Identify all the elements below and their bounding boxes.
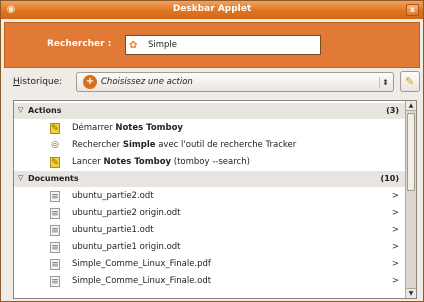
result-row[interactable]: ≡ ubuntu_partie1 origin.odt > [14,239,405,255]
result-row[interactable]: ≡ Simple_Comme_Linux_Finale.pdf > [14,256,405,272]
history-selected: Choisissez une action [101,77,193,87]
document-icon: ≡ [50,276,60,287]
combo-arrows-icon[interactable]: ⬍ [379,77,389,88]
result-text-prefix: Lancer [72,157,104,167]
result-row[interactable]: ≡ ubuntu_partie2.odt > [14,188,405,204]
result-text-keyword: Simple [122,140,156,150]
result-text: Simple_Comme_Linux_Finale.pdf [72,259,211,269]
result-row[interactable]: ≡ ubuntu_partie2 origin.odt > [14,205,405,221]
history-label-text: istorique: [19,77,63,87]
expander-icon[interactable]: ▽ [18,106,23,114]
result-text-keyword: Notes Tomboy [115,123,183,133]
results-scrollbar[interactable]: ▲ ▼ [405,101,416,298]
result-text: ubuntu_partie1 origin.odt [72,242,181,252]
scroll-up-icon[interactable]: ▲ [406,101,416,111]
search-field[interactable]: ✿ [125,35,321,55]
deskbar-window: ◉ Deskbar Applet x Rechercher : ✿ Histor… [0,0,424,302]
history-label-mnemonic: H [13,77,20,87]
close-button[interactable]: x [406,4,419,16]
more-actions-arrow[interactable]: > [392,242,399,252]
section-name: Documents [28,174,79,183]
result-text-prefix: ubuntu_partie2 origin.odt [72,208,181,218]
search-label: Rechercher : [47,39,112,49]
result-text-prefix: ubuntu_partie2.odt [72,191,154,201]
more-actions-arrow[interactable]: > [392,225,399,235]
result-row[interactable]: ◎ Rechercher Simple avec l'outil de reche… [14,137,405,153]
document-icon: ≡ [50,191,60,202]
document-icon: ≡ [50,259,60,270]
more-actions-arrow[interactable]: > [392,191,399,201]
section-header-documents[interactable]: ▽ Documents (10) [14,171,405,187]
clear-history-button[interactable]: ✎ [400,71,420,92]
scroll-down-icon[interactable]: ▼ [406,288,416,298]
result-row[interactable]: ≡ Simple_Comme_Linux_Finale.odt > [14,273,405,289]
document-icon: ≡ [50,208,60,219]
result-row[interactable]: ✎ Démarrer Notes Tomboy [14,120,405,136]
search-input[interactable] [148,38,318,52]
section-name: Actions [28,106,62,115]
history-icon: + [83,75,97,89]
result-text: Démarrer Notes Tomboy [72,123,183,133]
history-combobox[interactable]: + Choisissez une action ⬍ [76,72,394,92]
results-content: ▽ Actions (3) ✎ Démarrer Notes Tomboy ◎ Recher… [14,101,405,298]
scrollbar-thumb[interactable] [407,113,415,191]
section-count: (10) [380,174,399,183]
brush-icon: ✎ [405,75,415,88]
search-panel: Rechercher : ✿ [4,22,420,68]
search-entry-icon: ✿ [129,40,138,51]
results-list: ▽ Actions (3) ✎ Démarrer Notes Tomboy ◎ Recher… [13,100,417,299]
result-text: Rechercher Simple avec l'outil de recher… [72,140,296,150]
more-actions-arrow[interactable]: > [392,276,399,286]
window-title: Deskbar Applet [172,4,252,14]
result-row[interactable]: ≡ ubuntu_partie1.odt > [14,222,405,238]
tomboy-note-icon: ✎ [50,123,60,134]
result-text: ubuntu_partie2.odt [72,191,154,201]
document-icon: ≡ [50,225,60,236]
result-text-prefix: ubuntu_partie1.odt [72,225,154,235]
result-text-prefix: Démarrer [72,123,116,133]
history-label: Historique: [13,77,62,87]
result-text-prefix: ubuntu_partie1 origin.odt [72,242,181,252]
history-row: Historique: + Choisissez une action ⬍ ✎ [4,71,420,95]
title-bar[interactable]: ◉ Deskbar Applet x [1,1,423,19]
more-actions-arrow[interactable]: > [392,208,399,218]
more-actions-arrow[interactable]: > [392,259,399,269]
tracker-search-icon: ◎ [51,140,59,150]
result-text-prefix: Rechercher [72,140,123,150]
section-count: (3) [386,106,399,115]
expander-icon[interactable]: ▽ [18,174,23,182]
result-row[interactable]: ✎ Lancer Notes Tomboy (tomboy --search) [14,154,405,170]
result-text: ubuntu_partie1.odt [72,225,154,235]
document-icon: ≡ [50,242,60,253]
result-text: Lancer Notes Tomboy (tomboy --search) [72,157,250,167]
result-text: ubuntu_partie2 origin.odt [72,208,181,218]
section-header-actions[interactable]: ▽ Actions (3) [14,103,405,119]
result-text: Simple_Comme_Linux_Finale.odt [72,276,211,286]
result-text-prefix: Simple_Comme_Linux_Finale.odt [72,276,212,286]
result-text-keyword: Notes Tomboy [103,157,172,167]
tomboy-note-icon: ✎ [50,157,60,168]
result-text-prefix: Simple_Comme_Linux_Finale.pdf [72,259,211,269]
result-text-suffix: avec l'outil de recherche Tracker [155,140,297,150]
result-text-suffix: (tomboy --search) [171,157,250,167]
